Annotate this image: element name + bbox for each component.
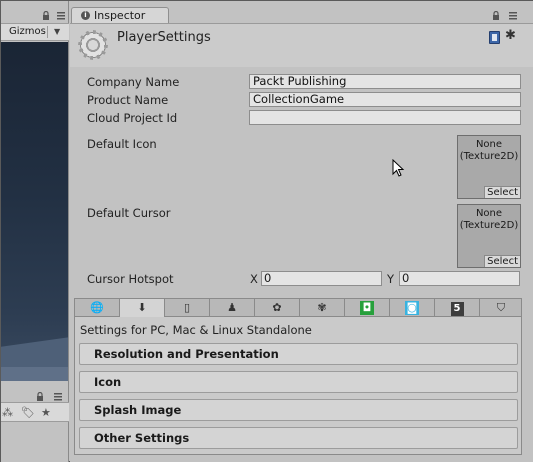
menu-icon[interactable] xyxy=(509,11,517,20)
select-button[interactable]: Select xyxy=(484,186,520,198)
tab-ios[interactable]: ▯ xyxy=(165,299,210,317)
samsung-tv-icon: ⛉ xyxy=(496,301,506,314)
hotspot-y-field[interactable]: 0 xyxy=(399,271,520,286)
lock-icon[interactable] xyxy=(492,11,500,21)
tizen-icon: ✾ xyxy=(317,301,327,314)
product-name-field[interactable]: CollectionGame xyxy=(249,92,521,107)
chevron-down-icon: ▼ xyxy=(54,27,61,36)
product-name-label: Product Name xyxy=(87,93,169,107)
menu-icon[interactable] xyxy=(57,11,65,20)
gear-icon[interactable]: ✱ xyxy=(505,28,516,43)
player-settings-gear-icon xyxy=(78,30,108,60)
webgl-icon: 5 xyxy=(450,302,464,316)
texture-none-label: None xyxy=(475,208,503,219)
android-icon: ♟ xyxy=(227,301,237,314)
scene-topbar xyxy=(1,9,69,23)
project-toolbar: ⁂ 🏷 ★ xyxy=(1,402,69,422)
tab-standalone[interactable]: ⬇ xyxy=(120,299,165,317)
tab-webgl[interactable]: 5 xyxy=(435,299,480,317)
texture-none-label: None xyxy=(475,139,503,150)
tab-inspector[interactable]: i Inspector xyxy=(71,7,169,24)
info-icon: i xyxy=(81,11,90,20)
y-axis-label: Y xyxy=(387,272,395,286)
inspector-panel: i Inspector PlayerSettings ✱ Company Nam… xyxy=(70,1,533,462)
tab-label: Inspector xyxy=(94,9,146,22)
gizmos-dropdown[interactable]: Gizmos ▼ xyxy=(1,23,69,41)
standalone-icon: ⬇ xyxy=(137,301,147,314)
tab-tizen[interactable]: ✾ xyxy=(300,299,345,317)
windows-store-icon: ◙ xyxy=(405,301,419,315)
company-name-field[interactable]: Packt Publishing xyxy=(249,74,521,89)
tab-samsung-tv[interactable]: ⛉ xyxy=(480,299,522,317)
select-button[interactable]: Select xyxy=(484,255,520,267)
platform-tabs: 🌐 ⬇ ▯ ♟ ✿ ✾ ◘ ◙ 5 ⛉ xyxy=(74,298,522,317)
texture-type-label: (Texture2D) xyxy=(459,151,519,162)
tab-xbox[interactable]: ◘ xyxy=(345,299,390,317)
company-name-label: Company Name xyxy=(87,75,180,89)
section-resolution-and-presentation[interactable]: Resolution and Presentation xyxy=(79,343,518,365)
xbox-icon: ◘ xyxy=(360,301,374,315)
blackberry-icon: ✿ xyxy=(272,301,282,314)
scene-view[interactable] xyxy=(1,42,68,381)
lock-icon[interactable] xyxy=(36,392,44,402)
default-icon-label: Default Icon xyxy=(87,137,157,151)
mouse-cursor-icon xyxy=(392,159,405,177)
help-book-icon[interactable] xyxy=(489,31,500,44)
x-axis-label: X xyxy=(250,272,258,286)
default-icon-texture-field[interactable]: None (Texture2D) Select xyxy=(457,135,521,199)
lock-icon[interactable] xyxy=(42,11,50,21)
section-other-settings[interactable]: Other Settings xyxy=(79,427,518,449)
default-cursor-texture-field[interactable]: None (Texture2D) Select xyxy=(457,204,521,268)
texture-type-label: (Texture2D) xyxy=(459,220,519,231)
cloud-project-id-field[interactable] xyxy=(249,110,521,125)
cursor-hotspot-label: Cursor Hotspot xyxy=(87,272,174,286)
inspector-content: Company Name Packt Publishing Product Na… xyxy=(70,67,533,462)
filter-by-type-icon[interactable]: ⁂ xyxy=(2,406,13,419)
tab-strip: i Inspector xyxy=(70,1,533,24)
inspector-header: PlayerSettings ✱ xyxy=(70,23,533,67)
scene-panel: Gizmos ▼ ⁂ 🏷 ★ xyxy=(1,1,69,462)
web-player-icon: 🌐 xyxy=(90,301,104,314)
editor-window: Gizmos ▼ ⁂ 🏷 ★ i Inspector PlayerSetting… xyxy=(0,0,533,462)
star-icon[interactable]: ★ xyxy=(41,406,51,419)
scene-ground xyxy=(1,367,68,381)
menu-icon[interactable] xyxy=(54,392,62,401)
section-icon[interactable]: Icon xyxy=(79,371,518,393)
cloud-project-id-label: Cloud Project Id xyxy=(87,111,178,125)
default-cursor-label: Default Cursor xyxy=(87,206,171,220)
gizmos-label: Gizmos xyxy=(9,26,46,37)
tab-android[interactable]: ♟ xyxy=(210,299,255,317)
tag-icon[interactable]: 🏷 xyxy=(21,406,35,419)
settings-for-label: Settings for PC, Mac & Linux Standalone xyxy=(80,323,312,337)
tab-blackberry[interactable]: ✿ xyxy=(255,299,300,317)
page-title: PlayerSettings xyxy=(117,30,211,45)
hotspot-x-field[interactable]: 0 xyxy=(261,271,382,286)
tab-web-player[interactable]: 🌐 xyxy=(75,299,120,317)
section-splash-image[interactable]: Splash Image xyxy=(79,399,518,421)
divider xyxy=(47,26,48,38)
platform-settings-area: Settings for PC, Mac & Linux Standalone … xyxy=(74,317,522,455)
tab-windows-store[interactable]: ◙ xyxy=(390,299,435,317)
ios-icon: ▯ xyxy=(183,301,191,314)
